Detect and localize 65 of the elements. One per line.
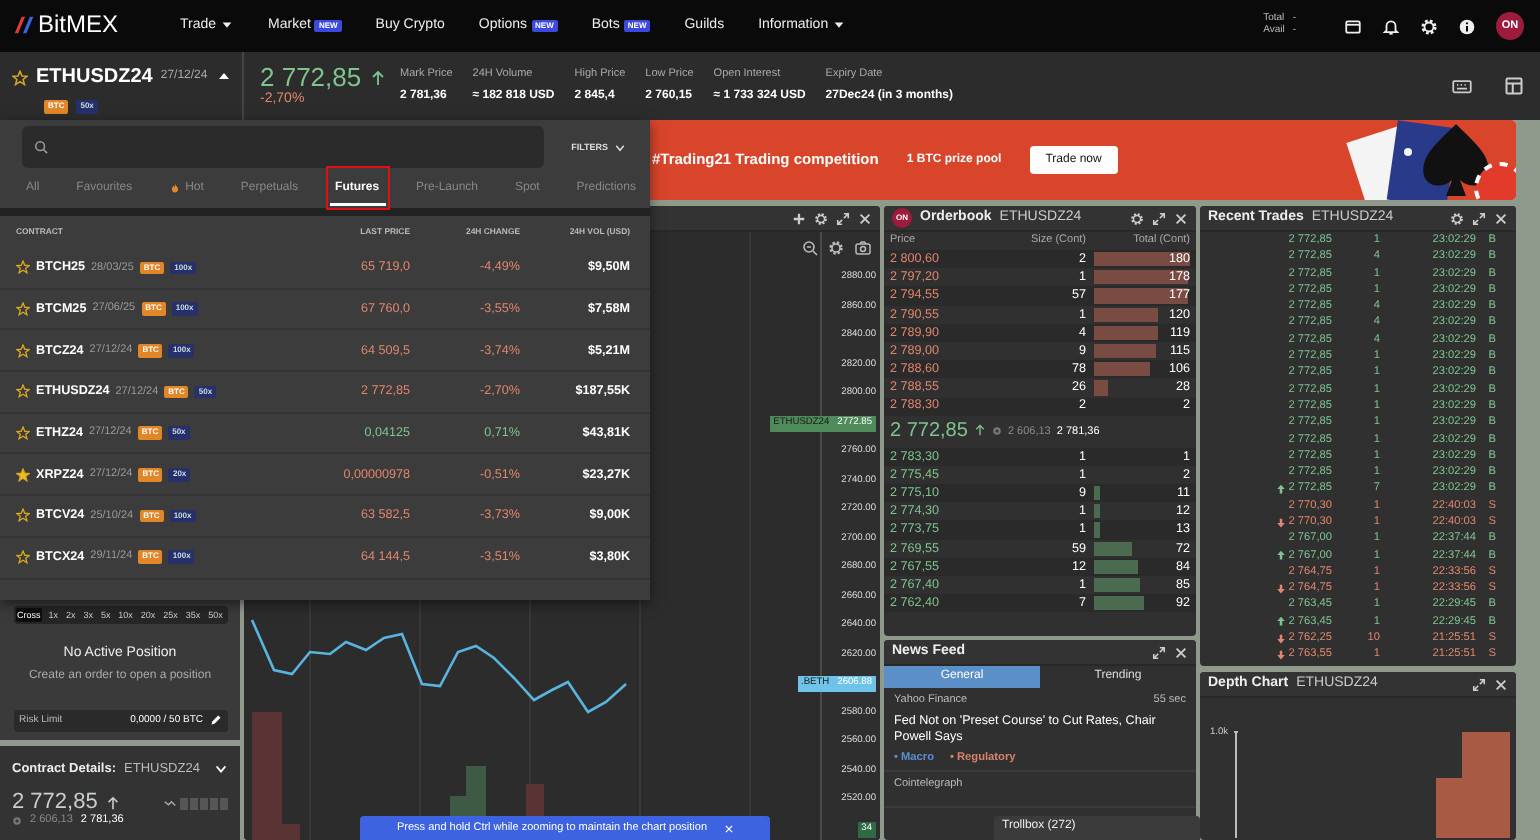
keyboard-icon[interactable] [1452,76,1472,96]
chevron-down-icon [614,141,626,153]
depth-bar [1094,307,1158,322]
logo-text[interactable]: BitMEX [38,12,119,40]
chevron-down-icon[interactable] [214,762,228,777]
star-icon[interactable] [16,343,30,358]
last-price: 2 772,85 [12,792,98,815]
close-icon[interactable] [1174,645,1188,659]
depth-bar [1094,486,1100,501]
search-field[interactable] [22,126,544,168]
depth-bar [1094,559,1139,574]
layout-icon[interactable] [1504,76,1524,96]
expand-icon[interactable] [836,211,850,225]
expand-icon[interactable] [1472,677,1486,691]
info-icon[interactable] [1458,17,1476,35]
symbol-name: ETHUSDZ24 [36,65,153,89]
index-icon [12,816,22,827]
star-icon[interactable] [12,69,28,86]
arrow-up-icon [369,69,386,86]
index-icon [991,426,1002,437]
depth-bar [1094,596,1144,611]
caret-icon[interactable] [215,68,232,85]
flame-icon [169,181,180,194]
logo-icon[interactable] [12,14,34,37]
close-icon[interactable] [1174,211,1188,225]
close-icon[interactable] [1494,677,1508,691]
arrow-up-icon [105,796,120,811]
depth-bar [1094,288,1189,304]
settings-icon[interactable] [814,211,828,225]
plus-icon[interactable] [792,211,806,225]
expand-icon[interactable] [1472,211,1486,225]
expand-icon[interactable] [1152,211,1166,225]
close-icon[interactable] [858,211,872,225]
zoom-icon[interactable] [802,240,818,256]
depth-bar [1094,270,1189,285]
star-icon[interactable] [16,260,30,275]
last-price: 2 772,85 [260,63,362,92]
settings-icon[interactable] [1450,211,1464,225]
star-icon[interactable] [16,302,30,317]
star-icon[interactable] [16,550,30,565]
depth-bar [1094,541,1133,556]
expand-icon[interactable] [1152,645,1166,659]
depth-bar [1094,325,1158,340]
depth-bar [1094,343,1156,359]
depth-bar [1094,362,1151,377]
star-icon[interactable] [16,467,30,482]
pencil-icon[interactable] [209,713,221,726]
last-price: 2 772,85 [890,419,968,443]
arrow-up-icon [973,424,986,437]
star-icon[interactable] [16,508,30,523]
close-icon[interactable] [1494,211,1508,225]
camera-icon[interactable] [854,240,872,256]
star-icon[interactable] [16,384,30,399]
settings-icon[interactable] [1130,211,1144,225]
depth-bar [1094,578,1140,593]
search-icon [34,139,48,154]
depth-bar [1094,522,1101,538]
depth-bar [1094,504,1101,519]
depth-bar [1094,252,1190,267]
star-icon[interactable] [16,426,30,441]
bell-icon[interactable] [1382,17,1400,35]
trend-icon [164,797,176,810]
bars-icon [180,797,228,810]
wallet-icon[interactable] [1344,17,1362,35]
depth-bar [1094,380,1109,395]
